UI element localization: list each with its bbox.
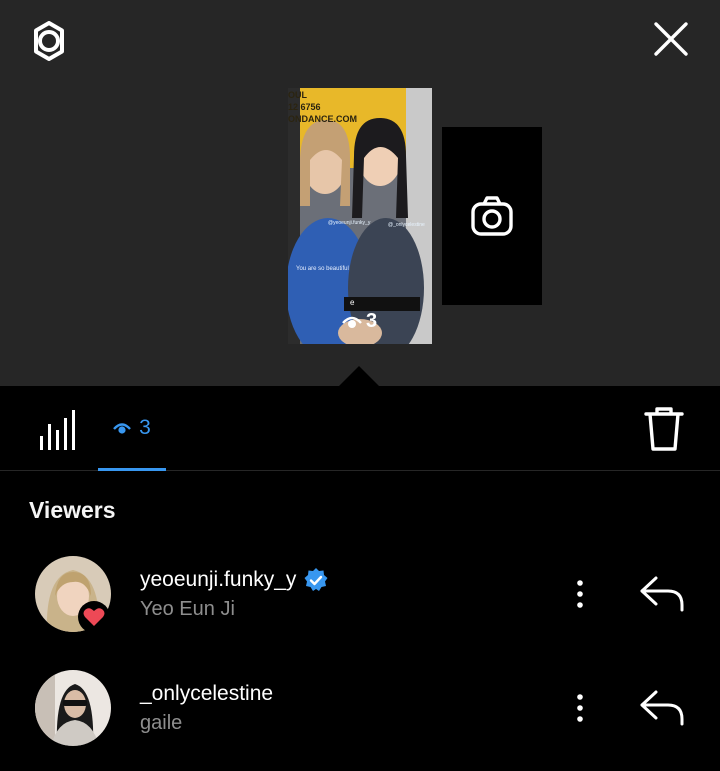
reply-button[interactable] bbox=[638, 688, 690, 728]
viewer-full-name: Yeo Eun Ji bbox=[140, 598, 235, 620]
tab-viewers[interactable]: 3 bbox=[98, 386, 166, 471]
more-options-button[interactable] bbox=[564, 574, 596, 614]
story-caption: You are so beautiful bbox=[296, 266, 349, 272]
liked-badge bbox=[78, 601, 110, 633]
avatar[interactable] bbox=[35, 670, 111, 746]
gear-icon bbox=[34, 21, 64, 61]
more-vertical-icon bbox=[577, 580, 583, 608]
viewers-section-title: Viewers bbox=[29, 497, 116, 523]
story-mention-tag: @yeoeunji.funky_y bbox=[328, 220, 371, 226]
viewer-row: yeoeunji.funky_y Yeo Eun Ji bbox=[0, 548, 720, 638]
add-story-button[interactable] bbox=[442, 127, 542, 305]
viewer-full-name: gaile bbox=[140, 712, 183, 734]
delete-story-button[interactable] bbox=[638, 406, 690, 452]
story-preview-area: OUL 12 6756 ONDANCE.COM @yeoeunji.funky_… bbox=[0, 0, 720, 386]
heart-icon bbox=[83, 608, 105, 626]
avatar-image bbox=[35, 670, 111, 746]
reply-icon bbox=[640, 576, 684, 612]
viewer-username[interactable]: yeoeunji.funky_y bbox=[140, 568, 328, 592]
poster-line: OUL bbox=[288, 90, 307, 100]
more-options-button[interactable] bbox=[564, 688, 596, 728]
poster-line: ONDANCE.COM bbox=[288, 114, 357, 124]
more-vertical-icon bbox=[577, 694, 583, 722]
viewer-username-text: yeoeunji.funky_y bbox=[140, 568, 297, 591]
verified-badge-icon bbox=[304, 568, 328, 591]
viewer-names: _onlycelestine gaile bbox=[140, 682, 273, 735]
poster-text: OUL 12 6756 ONDANCE.COM bbox=[288, 89, 357, 125]
viewer-username[interactable]: _onlycelestine bbox=[140, 682, 273, 706]
settings-button[interactable] bbox=[24, 16, 74, 66]
viewer-names: yeoeunji.funky_y Yeo Eun Ji bbox=[140, 568, 328, 621]
story-thumbnail[interactable]: OUL 12 6756 ONDANCE.COM @yeoeunji.funky_… bbox=[288, 88, 432, 344]
story-mention-tag: @_onlycelestine bbox=[388, 222, 425, 228]
story-text-bar-label: e bbox=[350, 298, 355, 307]
reply-button[interactable] bbox=[638, 574, 690, 614]
story-text-bar bbox=[344, 297, 420, 311]
reply-icon bbox=[640, 690, 684, 726]
story-view-count: 3 bbox=[342, 310, 377, 333]
viewers-count: 3 bbox=[139, 416, 151, 439]
close-icon bbox=[654, 22, 688, 56]
eye-icon bbox=[342, 316, 362, 328]
viewer-username-text: _onlycelestine bbox=[140, 682, 274, 705]
story-view-count-value: 3 bbox=[366, 310, 378, 332]
close-button[interactable] bbox=[646, 14, 696, 64]
trash-icon bbox=[644, 407, 684, 451]
viewer-row: _onlycelestine gaile bbox=[0, 662, 720, 752]
camera-icon bbox=[471, 196, 513, 236]
poster-line: 12 6756 bbox=[288, 102, 321, 112]
eye-icon bbox=[113, 423, 132, 434]
tab-insights[interactable] bbox=[30, 408, 82, 452]
tab-bar: 3 bbox=[0, 386, 720, 471]
bar-chart-icon bbox=[40, 410, 75, 450]
selection-pointer bbox=[339, 366, 379, 386]
active-tab-indicator bbox=[98, 468, 166, 471]
